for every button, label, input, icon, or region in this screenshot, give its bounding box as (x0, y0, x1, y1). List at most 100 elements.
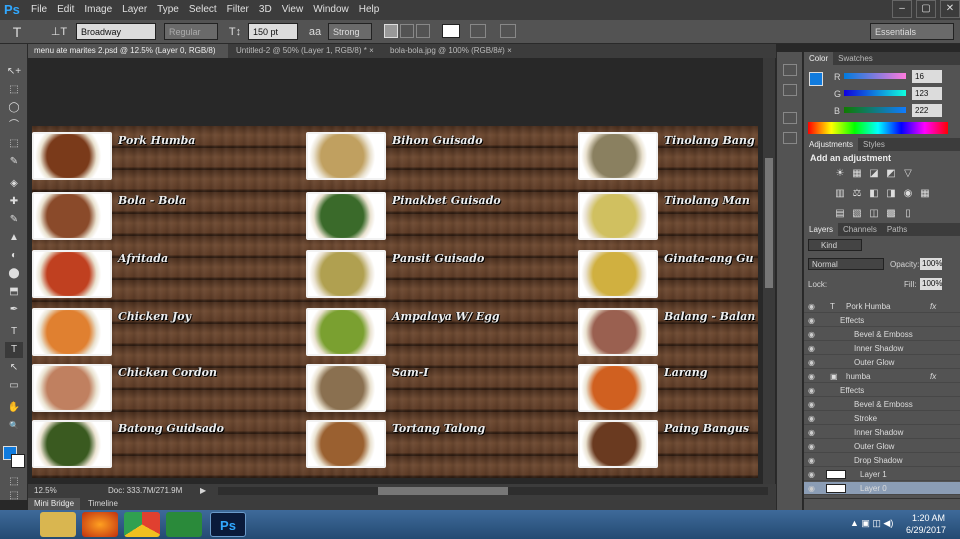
adjustment-icon[interactable]: ◨ (885, 188, 897, 199)
visibility-eye-icon[interactable]: ◉ (808, 426, 815, 439)
adjustment-icon[interactable]: ▦ (919, 188, 931, 199)
zoom-tool[interactable]: 🔍 (5, 418, 23, 434)
tab-untitled-2[interactable]: Untitled-2 @ 50% (Layer 1, RGB/8) * × (230, 44, 382, 58)
visibility-eye-icon[interactable]: ◉ (808, 482, 815, 495)
blur-tool[interactable]: ⬒ (5, 284, 23, 300)
type-tool-icon[interactable]: T (8, 24, 26, 40)
layer-row[interactable]: ◉ Layer 1 (804, 468, 960, 481)
adjustment-icon[interactable]: ◪ (868, 168, 880, 179)
vertical-scrollbar[interactable] (763, 58, 775, 484)
adjustment-icon[interactable]: ▯ (902, 208, 914, 219)
visibility-eye-icon[interactable]: ◉ (808, 300, 815, 313)
antialias-select[interactable]: Strong (328, 23, 372, 40)
menu-select[interactable]: Select (184, 0, 222, 20)
red-slider[interactable] (844, 73, 906, 79)
adjustment-icon[interactable]: ☀ (834, 168, 846, 179)
tab-swatches[interactable]: Swatches (833, 52, 878, 65)
canvas-area[interactable]: Pork Humba Bola - Bola Afritada Chicken Joy… (28, 58, 763, 484)
vertical-scroll-thumb[interactable] (765, 158, 773, 288)
document-canvas[interactable]: Pork Humba Bola - Bola Afritada Chicken Joy… (32, 126, 758, 478)
menu-type[interactable]: Type (152, 0, 184, 20)
zoom-level[interactable]: 12.5% (34, 484, 57, 498)
fx-icon[interactable]: fx (930, 370, 936, 383)
adjustment-icon[interactable]: ◫ (868, 208, 880, 219)
blue-slider[interactable] (844, 107, 906, 113)
brush-tool[interactable]: ✚ (5, 194, 23, 210)
background-color-swatch[interactable] (11, 454, 25, 468)
menu-3d[interactable]: 3D (254, 0, 277, 20)
tab-close-icon[interactable]: × (507, 46, 512, 55)
healing-tool[interactable]: ◈ (5, 176, 23, 192)
tab-bola-bola[interactable]: bola-bola.jpg @ 100% (RGB/8#) × (384, 44, 534, 58)
menu-file[interactable]: File (26, 0, 52, 20)
font-family-select[interactable]: Broadway (76, 23, 156, 40)
tab-color[interactable]: Color (804, 52, 834, 65)
visibility-eye-icon[interactable]: ◉ (808, 412, 815, 425)
windows-start-icon[interactable] (6, 515, 26, 535)
red-value-input[interactable]: 16 (912, 70, 942, 83)
green-slider[interactable] (844, 90, 906, 96)
status-menu-arrow[interactable]: ▶ (200, 484, 206, 498)
workspace-select[interactable]: Essentials (870, 23, 954, 40)
visibility-eye-icon[interactable]: ◉ (808, 384, 815, 397)
font-style-select[interactable]: Regular (164, 23, 218, 40)
layer-row[interactable]: ◉ Effects (804, 314, 960, 327)
opacity-input[interactable]: 100% (920, 258, 942, 270)
visibility-eye-icon[interactable]: ◉ (808, 328, 815, 341)
adjustment-icon[interactable]: ▩ (885, 208, 897, 219)
character-panel-icon[interactable] (500, 24, 516, 38)
layer-row[interactable]: ◉ Stroke (804, 412, 960, 425)
adjustment-icon[interactable]: ▤ (834, 208, 846, 219)
blend-mode-select[interactable]: Normal (808, 258, 884, 270)
quick-select-tool[interactable]: ⌒ (5, 118, 23, 134)
visibility-eye-icon[interactable]: ◉ (808, 370, 815, 383)
tab-styles[interactable]: Styles (858, 138, 890, 151)
menu-help[interactable]: Help (354, 0, 385, 20)
visibility-eye-icon[interactable]: ◉ (808, 356, 815, 369)
visibility-eye-icon[interactable]: ◉ (808, 468, 815, 481)
eraser-tool[interactable]: ◐ (5, 248, 23, 264)
clock-date[interactable]: 6/29/2017 (906, 525, 946, 535)
photoshop-taskbar-icon[interactable]: Ps (210, 512, 246, 537)
store-icon[interactable] (166, 512, 202, 537)
text-orientation-icon[interactable]: ⊥T (50, 24, 68, 40)
maximize-button[interactable]: ▢ (916, 0, 936, 18)
layer-kind-filter[interactable]: Kind (808, 239, 862, 251)
adjustment-icon[interactable]: ▽ (902, 168, 914, 179)
adjustment-icon[interactable]: ⚖ (851, 188, 863, 199)
adjustment-icon[interactable]: ◧ (868, 188, 880, 199)
tab-close-icon[interactable]: × (369, 46, 374, 55)
color-spectrum-bar[interactable] (808, 122, 948, 134)
layer-row[interactable]: ◉ Outer Glow (804, 356, 960, 369)
menu-edit[interactable]: Edit (52, 0, 79, 20)
align-center-icon[interactable] (400, 24, 414, 38)
layer-row[interactable]: ◉ Bevel & Emboss (804, 398, 960, 411)
font-size-select[interactable]: 150 pt (248, 23, 298, 40)
minimize-button[interactable]: – (892, 0, 912, 18)
pen-tool[interactable]: T (5, 324, 23, 340)
menu-layer[interactable]: Layer (117, 0, 152, 20)
tab-paths[interactable]: Paths (882, 223, 912, 236)
adjustment-icon[interactable]: ▧ (851, 208, 863, 219)
fx-icon[interactable]: fx (930, 300, 936, 313)
color-fg-swatch[interactable] (809, 72, 823, 86)
dodge-tool[interactable]: ✒ (5, 302, 23, 318)
layer-row[interactable]: ◉ Effects (804, 384, 960, 397)
adjustment-icon[interactable]: ▥ (834, 188, 846, 199)
menu-view[interactable]: View (277, 0, 309, 20)
move-tool[interactable]: ↖+ (5, 64, 23, 80)
visibility-eye-icon[interactable]: ◉ (808, 398, 815, 411)
visibility-eye-icon[interactable]: ◉ (808, 314, 815, 327)
marquee-tool[interactable]: ⬚ (5, 82, 23, 98)
tab-timeline[interactable]: Timeline (82, 498, 124, 510)
crop-tool[interactable]: ⬚ (5, 136, 23, 152)
tab-adjustments[interactable]: Adjustments (804, 138, 859, 151)
visibility-eye-icon[interactable]: ◉ (808, 454, 815, 467)
chrome-icon[interactable] (124, 512, 160, 537)
actions-panel-icon[interactable] (783, 84, 797, 96)
character-icon[interactable] (783, 112, 797, 124)
fill-input[interactable]: 100% (920, 278, 942, 290)
tab-mini-bridge[interactable]: Mini Bridge (28, 498, 81, 510)
system-tray-icons[interactable]: ▲ ▣ ◫ ◀) (850, 518, 893, 529)
menu-filter[interactable]: Filter (222, 0, 254, 20)
